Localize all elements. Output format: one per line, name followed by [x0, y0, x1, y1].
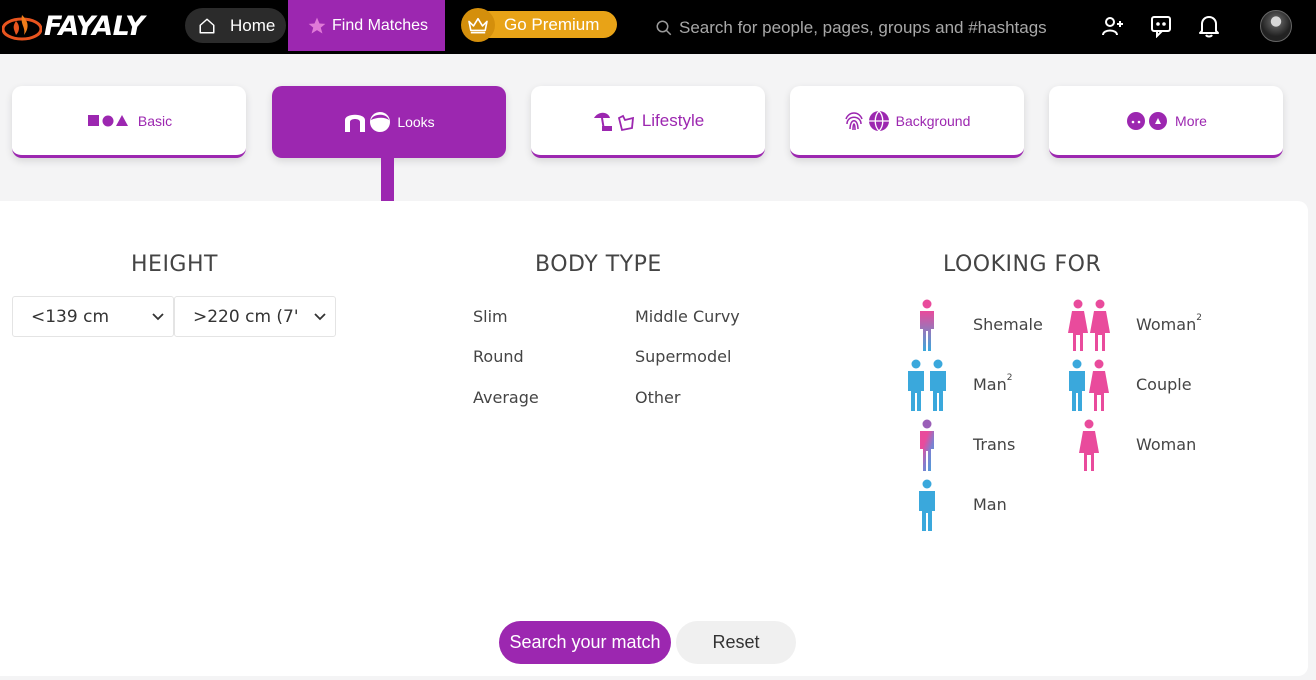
tab-more-label: More — [1175, 112, 1207, 129]
chevron-down-icon — [314, 313, 326, 321]
looking-for-two-women[interactable]: Woman2 — [1136, 313, 1202, 334]
looks-icon — [343, 110, 393, 134]
looking-for-label: Trans — [973, 435, 1016, 454]
nav-home-label: Home — [230, 15, 276, 35]
tab-background[interactable]: Background — [790, 86, 1024, 158]
crown-icon — [461, 7, 495, 42]
flame-logo-icon — [2, 15, 42, 41]
height-min-value: <139 cm — [31, 306, 110, 327]
tab-basic-label: Basic — [137, 112, 173, 129]
messages-icon[interactable] — [1147, 12, 1175, 40]
body-type-option[interactable]: Average — [473, 388, 539, 407]
trans-icon[interactable] — [917, 419, 937, 473]
height-max-select[interactable]: >220 cm (7' 3") — [174, 296, 336, 337]
brand-name: FAYALY — [44, 10, 145, 42]
nav-find-matches-label: Find Matches — [332, 16, 429, 34]
tab-background-label: Background — [895, 112, 971, 129]
two-men-icon[interactable] — [905, 359, 949, 413]
add-user-icon[interactable] — [1099, 12, 1127, 40]
body-type-title: BODY TYPE — [535, 252, 662, 277]
brand-logo[interactable]: FAYALY — [2, 10, 145, 42]
tab-lifestyle[interactable]: Lifestyle — [531, 86, 765, 158]
looking-for-trans[interactable]: Trans — [973, 435, 1015, 454]
looking-for-shemale[interactable]: Shemale — [973, 315, 1043, 334]
tab-looks[interactable]: Looks — [272, 86, 506, 158]
looking-for-woman[interactable]: Woman — [1136, 435, 1196, 454]
height-min-select[interactable]: <139 cm — [12, 296, 174, 337]
looking-for-label: Shemale — [973, 315, 1043, 334]
user-avatar[interactable] — [1260, 10, 1292, 42]
woman-icon[interactable] — [1077, 419, 1101, 473]
search-match-button[interactable]: Search your match — [499, 621, 671, 664]
home-icon — [199, 18, 215, 33]
body-type-option[interactable]: Supermodel — [635, 347, 731, 366]
shapes-icon — [86, 114, 134, 128]
lifestyle-icon — [592, 110, 638, 132]
looking-for-label: Man — [973, 495, 1007, 514]
search-input[interactable] — [679, 18, 1059, 38]
chevron-down-icon — [152, 313, 164, 321]
height-title: HEIGHT — [131, 252, 218, 277]
couple-icon[interactable] — [1066, 359, 1112, 413]
height-max-value: >220 cm (7' 3") — [193, 306, 299, 327]
man-icon[interactable] — [916, 479, 938, 533]
bell-icon[interactable] — [1195, 12, 1223, 40]
tab-looks-label: Looks — [397, 114, 435, 130]
nav-find-matches-button[interactable]: Find Matches — [288, 0, 445, 51]
tab-basic[interactable]: Basic — [12, 86, 246, 158]
body-type-option[interactable]: Other — [635, 388, 680, 407]
body-type-option[interactable]: Round — [473, 347, 524, 366]
looking-for-label: Man — [973, 375, 1007, 394]
tab-more[interactable]: More — [1049, 86, 1283, 158]
top-navbar: FAYALY Home Find Matches Go Premium — [0, 0, 1316, 54]
go-premium-button[interactable]: Go Premium — [461, 7, 617, 42]
fingerprint-globe-icon — [844, 110, 892, 132]
looking-for-label: Couple — [1136, 375, 1192, 394]
two-women-icon[interactable] — [1066, 299, 1112, 353]
looking-for-title: LOOKING FOR — [943, 252, 1102, 277]
body-type-option[interactable]: Slim — [473, 307, 508, 326]
looking-for-two-men[interactable]: Man2 — [973, 373, 1013, 394]
go-premium-label: Go Premium — [504, 14, 600, 34]
search-icon — [656, 20, 672, 36]
star-icon — [308, 17, 326, 33]
global-search — [655, 14, 1059, 42]
looking-for-couple[interactable]: Couple — [1136, 375, 1192, 394]
tab-lifestyle-label: Lifestyle — [641, 110, 705, 130]
looking-for-man[interactable]: Man — [973, 495, 1007, 514]
looking-for-sup: 2 — [1196, 313, 1202, 323]
nav-home-button[interactable]: Home — [185, 8, 286, 43]
reset-button[interactable]: Reset — [676, 621, 796, 664]
looking-for-label: Woman — [1136, 315, 1197, 334]
body-type-option[interactable]: Middle Curvy — [635, 307, 740, 326]
more-icon — [1125, 111, 1171, 131]
looking-for-label: Woman — [1136, 435, 1197, 454]
looking-for-sup: 2 — [1006, 373, 1013, 383]
shemale-icon[interactable] — [917, 299, 937, 353]
